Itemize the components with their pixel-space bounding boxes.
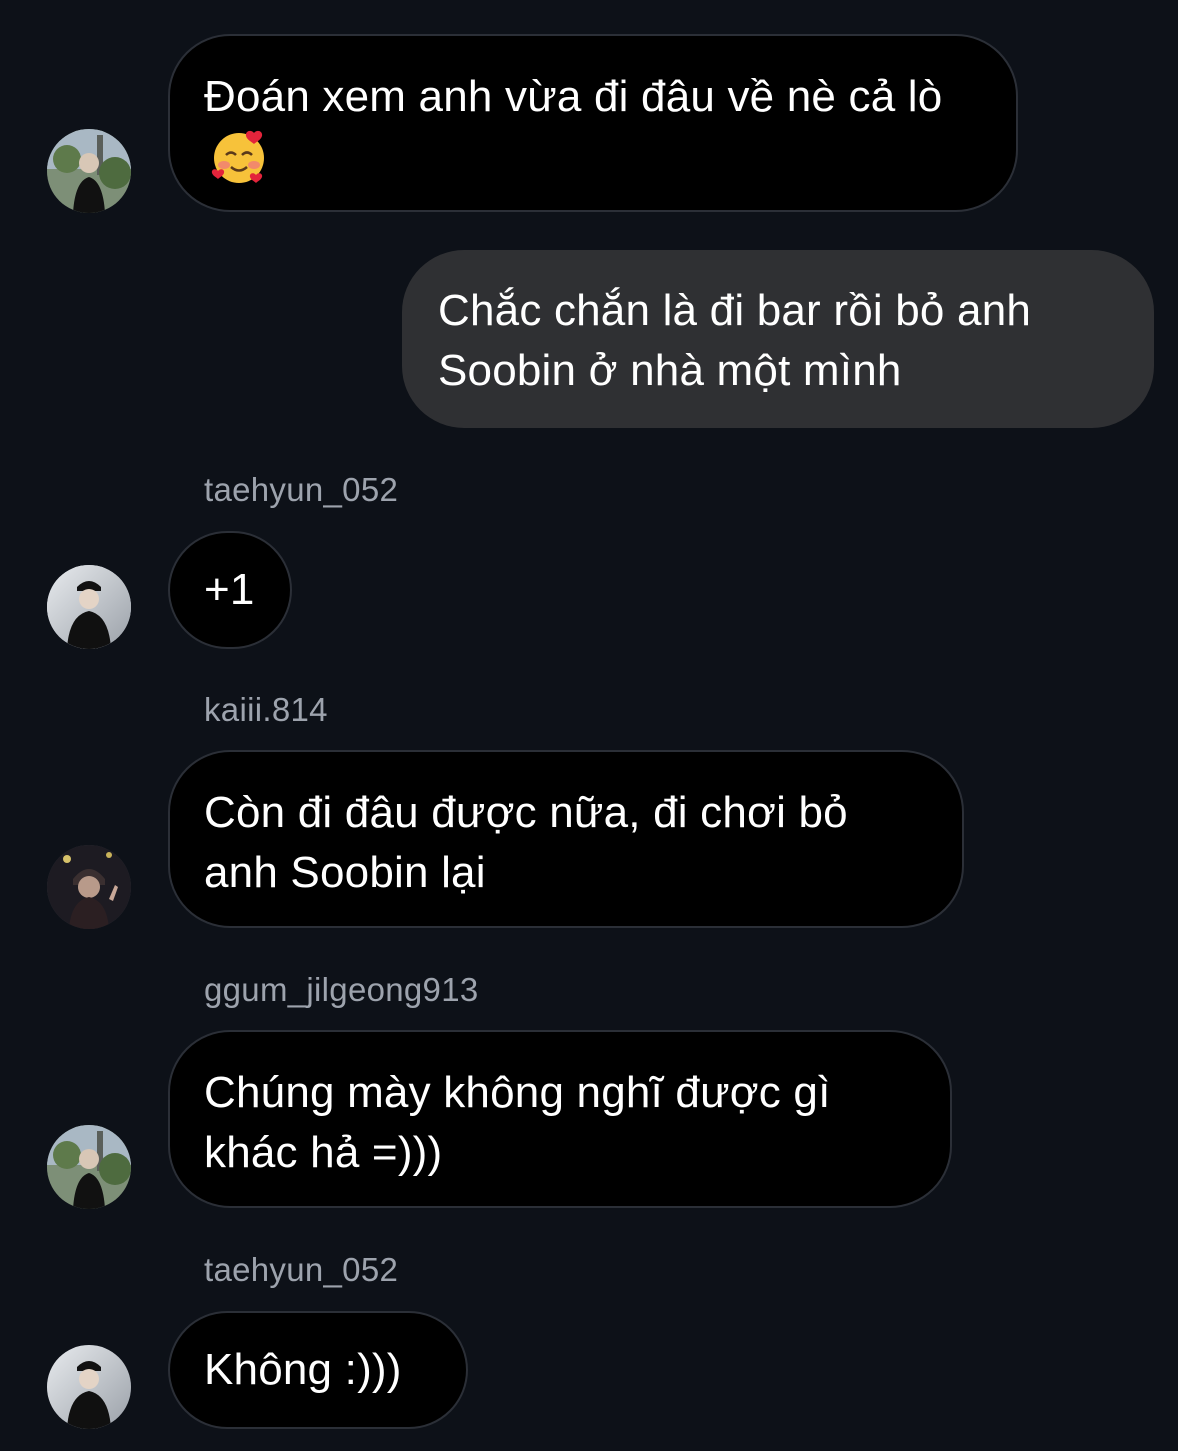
message-bubble-1[interactable]: Đoán xem anh vừa đi đâu về nè cả lò — [168, 34, 1018, 212]
message-bubble-6[interactable]: Không :))) — [168, 1311, 468, 1429]
avatar-taehyun[interactable] — [47, 1345, 131, 1429]
message-bubble-5[interactable]: Chúng mày không nghĩ được gì khác hả =))… — [168, 1030, 952, 1208]
avatar-taehyun[interactable] — [47, 565, 131, 649]
message-bubble-4[interactable]: Còn đi đâu được nữa, đi chơi bỏ anh Soob… — [168, 750, 964, 928]
message-text: Chúng mày không nghĩ được gì khác hả =))… — [204, 1068, 831, 1177]
message-text: Còn đi đâu được nữa, đi chơi bỏ anh Soob… — [204, 788, 848, 897]
avatar-user-1[interactable] — [47, 129, 131, 213]
avatar-kaiii[interactable] — [47, 845, 131, 929]
message-bubble-2[interactable]: Chắc chắn là đi bar rồi bỏ anh Soobin ở … — [402, 250, 1154, 428]
message-text: +1 — [204, 565, 255, 614]
sender-name[interactable]: taehyun_052 — [204, 470, 398, 510]
message-text: Không :))) — [204, 1345, 402, 1394]
avatar-ggum[interactable] — [47, 1125, 131, 1209]
message-bubble-3[interactable]: +1 — [168, 531, 292, 649]
message-text: Đoán xem anh vừa đi đâu về nè cả lò — [204, 72, 943, 121]
smiling-face-with-hearts-icon — [210, 127, 268, 185]
sender-name[interactable]: ggum_jilgeong913 — [204, 970, 479, 1010]
message-text: Chắc chắn là đi bar rồi bỏ anh Soobin ở … — [438, 286, 1032, 395]
sender-name[interactable]: taehyun_052 — [204, 1250, 398, 1290]
sender-name[interactable]: kaiii.814 — [204, 690, 328, 730]
